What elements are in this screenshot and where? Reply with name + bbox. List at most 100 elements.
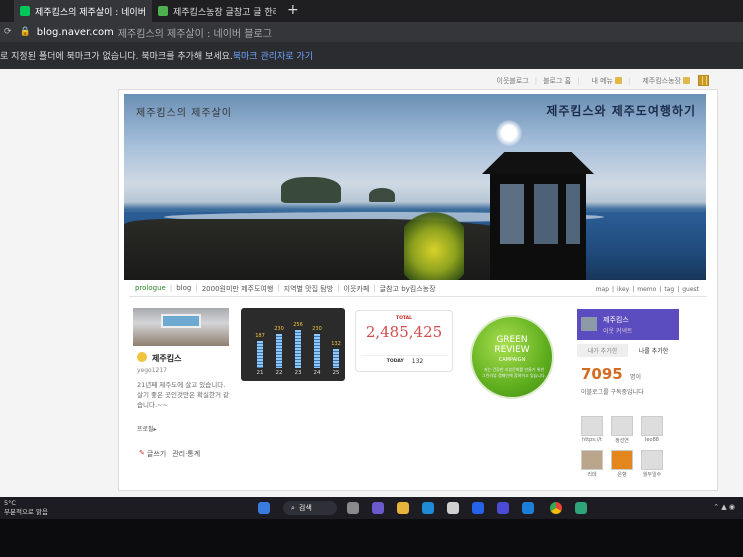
blog-title[interactable]: 제주킴스의 제주살이 — [136, 104, 232, 119]
neighbor-count-unit: 명이 — [630, 374, 642, 381]
store-icon[interactable] — [447, 502, 459, 514]
browser-tab-bar: 제주킴스의 제주살이 : 네이버 블 제주킴스농장 글참고 글 한라봉 + — [0, 0, 743, 22]
neighbor-friend[interactable]: 은향 — [611, 450, 633, 478]
neighbor-friend[interactable]: https://t — [581, 416, 603, 443]
avatar — [641, 416, 663, 436]
menu-memo[interactable]: memo — [637, 286, 656, 293]
today-count-row: TODAY 132 — [362, 355, 448, 367]
app-icon[interactable] — [472, 502, 484, 514]
today-count: 132 — [411, 358, 424, 365]
profile-name[interactable]: 제주킴스 — [152, 353, 181, 364]
weather-desc: 부분적으로 맑음 — [4, 508, 48, 516]
windows-taskbar: 5°C 부분적으로 맑음 ⌕ 검색 ⌃ ▲ ◉ — [0, 497, 743, 519]
menu-travel[interactable]: 2000원미만 제주도여행 — [202, 284, 274, 294]
task-view-icon[interactable] — [347, 502, 359, 514]
visitor-bar — [276, 334, 282, 368]
profile-photo[interactable] — [133, 308, 229, 346]
today-label: TODAY — [386, 359, 404, 364]
chat-icon[interactable] — [372, 502, 384, 514]
plant — [404, 206, 464, 280]
reload-icon[interactable]: ⟳ — [4, 27, 12, 37]
visitor-bar — [314, 334, 320, 368]
avatar — [611, 416, 633, 436]
campaign-label: CAMPAIGN — [498, 357, 526, 363]
search-icon: ⌕ — [291, 503, 295, 512]
chrome-icon[interactable] — [550, 502, 562, 514]
weather-widget[interactable]: 5°C 부분적으로 맑음 — [4, 499, 48, 517]
bookmark-manager-link[interactable]: 북마크 관리자로 가기 — [233, 49, 313, 62]
visitor-day-label: 21 — [256, 370, 264, 376]
site-info-icon[interactable]: 🔒 — [20, 27, 31, 37]
avatar — [581, 450, 603, 470]
edge-icon[interactable] — [422, 502, 434, 514]
menu-restaurants[interactable]: 지역별 맛집 탐방 — [284, 284, 334, 294]
review-title: REVIEW — [494, 345, 530, 355]
naver-blog-icon — [20, 6, 30, 16]
menu-ikey[interactable]: ikey — [617, 286, 629, 293]
tab-title: 제주킴스의 제주살이 : 네이버 블 — [35, 7, 146, 18]
blog-top-nav: 이웃블로그 | 블로그 홈 | 내 메뉴 | 제주킴스농장 — [491, 75, 709, 86]
app-icon[interactable] — [522, 502, 534, 514]
bookmark-message: 로 지정된 폴더에 북마크가 없습니다. 북마크를 추가해 보세요. — [0, 52, 233, 62]
system-tray[interactable]: ⌃ ▲ ◉ — [713, 503, 735, 511]
apps-grid-icon[interactable] — [698, 75, 709, 86]
neighbor-message: 이블로그를 구독중입니다 — [581, 389, 644, 396]
app-icon[interactable] — [497, 502, 509, 514]
neighbor-friend[interactable]: 월두일수 — [641, 450, 663, 478]
blog-menu: prologue | blog | 2000원미만 제주도여행 | 지역별 맛집 탐방… — [135, 284, 436, 294]
farm-icon — [158, 6, 168, 16]
visitor-bar-value: 256 — [293, 322, 303, 328]
menu-farm[interactable]: 글참고 by킴스농장 — [380, 284, 436, 294]
blog-page: 이웃블로그 | 블로그 홈 | 내 메뉴 | 제주킴스농장 제주킴스의 제주살이… — [0, 69, 743, 497]
visitor-bar-value: 132 — [331, 341, 341, 347]
neighbor-blog-link[interactable]: 이웃블로그 — [497, 76, 529, 86]
blog-subtitle: 제주킴스와 제주도여행하기 — [546, 104, 696, 118]
neighbor-friend[interactable]: 정선연 — [611, 416, 633, 444]
weather-temp: 5°C — [4, 499, 16, 507]
tab-farm[interactable]: 제주킴스농장 글참고 글 한라봉 — [152, 0, 282, 22]
address-bar[interactable]: ⟳ N 🔒 blog.naver.com 제주킴스의 제주살이 : 네이버 블로… — [0, 22, 743, 252]
menu-prologue[interactable]: prologue — [135, 284, 166, 294]
profile-link[interactable]: 프로필▸ — [137, 424, 157, 433]
visitor-bar — [295, 330, 301, 368]
menu-map[interactable]: map — [596, 286, 609, 293]
profile-badge-icon — [137, 352, 147, 362]
neighbor-profile-box[interactable]: 제주킴스 이웃 커넥트 — [577, 309, 679, 340]
file-explorer-icon[interactable] — [397, 502, 409, 514]
menu-blog[interactable]: blog — [176, 284, 191, 294]
manage-stats-link[interactable]: 관리·통계 — [172, 449, 200, 459]
tab-added-me[interactable]: 나를 추가한 — [628, 344, 679, 357]
blog-home-link[interactable]: 블로그 홈 — [543, 76, 571, 86]
total-label: TOTAL — [396, 316, 412, 321]
visitor-day-label: 25 — [332, 370, 340, 376]
bookmark-bar: 로 지정된 폴더에 북마크가 없습니다. 북마크를 추가해 보세요. 북마크 관… — [0, 42, 743, 69]
visitor-counter: TOTAL 2,485,425 TODAY 132 — [355, 310, 453, 372]
neighbor-friend[interactable]: 리데 — [581, 450, 603, 478]
small-rock — [369, 188, 395, 202]
green-review-badge[interactable]: GREEN REVIEW CAMPAIGN 저는 건강한 리뷰문화를 만들기 위… — [470, 315, 554, 399]
address-host: blog.naver.com — [36, 26, 114, 38]
menu-tag[interactable]: tag — [664, 286, 674, 293]
menu-cafe[interactable]: 이웃카페 — [344, 284, 370, 294]
menu-guest[interactable]: guest — [682, 286, 699, 293]
app-icon[interactable] — [575, 502, 587, 514]
neighbor-count: 7095 — [581, 365, 623, 383]
farm-link[interactable]: 제주킴스농장 — [636, 76, 690, 86]
tab-jeju-blog[interactable]: 제주킴스의 제주살이 : 네이버 블 — [14, 0, 152, 22]
island-rock — [281, 177, 341, 203]
taskbar-search[interactable]: ⌕ 검색 — [283, 501, 337, 515]
visitor-bar-value: 187 — [255, 333, 265, 339]
new-tab-button[interactable]: + — [287, 2, 299, 18]
neighbor-friend[interactable]: leo88 — [641, 416, 663, 443]
visitor-bar — [257, 341, 263, 368]
neighbor-name: 제주킴스 — [603, 316, 629, 324]
my-menu-link[interactable]: 내 메뉴 — [585, 76, 622, 86]
windows-start-icon[interactable] — [258, 502, 270, 514]
neighbor-thumbnail — [581, 317, 597, 331]
dropdown-icon — [615, 77, 622, 84]
profile-actions: ✎ 글쓰기 관리·통계 — [139, 449, 206, 459]
write-post-link[interactable]: 글쓰기 — [147, 449, 166, 459]
tab-i-added[interactable]: 내가 추가한 — [577, 344, 628, 357]
neighbor-connect[interactable]: 이웃 커넥트 — [603, 326, 633, 335]
monitor-bezel — [0, 519, 743, 557]
